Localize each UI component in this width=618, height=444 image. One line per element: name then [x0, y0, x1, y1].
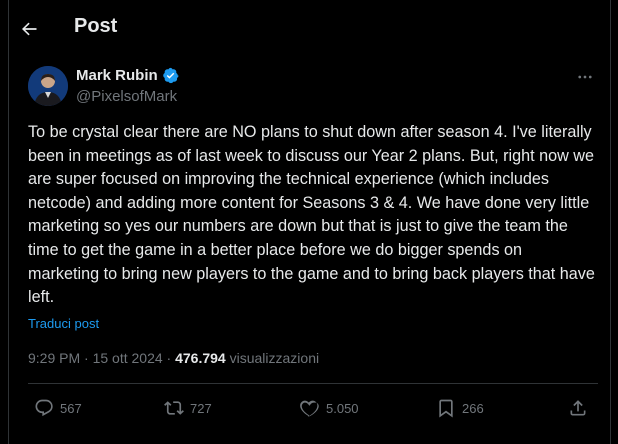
share-button[interactable] — [568, 398, 588, 418]
more-icon — [578, 75, 592, 79]
meta-separator: · — [84, 350, 89, 366]
post-text: To be crystal clear there are NO plans t… — [28, 123, 595, 307]
views-count: 476.794 — [175, 350, 226, 366]
post-date[interactable]: 15 ott 2024 — [93, 350, 163, 366]
meta-separator: · — [166, 350, 172, 366]
repost-button[interactable]: 727 — [164, 398, 212, 418]
translate-post-link[interactable]: Traduci post — [28, 316, 99, 331]
post-time[interactable]: 9:29 PM — [28, 350, 80, 366]
repost-count: 727 — [190, 400, 212, 416]
heart-icon — [300, 400, 319, 417]
author-name[interactable]: Mark Rubin — [76, 67, 179, 84]
share-icon — [570, 400, 586, 416]
bookmark-icon — [439, 399, 453, 418]
back-button[interactable] — [14, 14, 44, 44]
like-button[interactable]: 5.050 — [300, 398, 359, 418]
views-label: visualizzazioni — [229, 350, 320, 366]
bookmark-count: 266 — [462, 400, 484, 416]
reply-count: 567 — [60, 400, 82, 416]
left-border — [8, 0, 9, 444]
avatar[interactable] — [28, 66, 68, 106]
avatar-image — [28, 66, 68, 106]
reply-icon — [35, 399, 53, 417]
repost-icon — [164, 401, 184, 415]
reply-button[interactable]: 567 — [34, 398, 82, 418]
author-handle[interactable]: @PixelsofMark — [76, 88, 177, 105]
verified-badge-icon[interactable] — [162, 67, 179, 84]
author-name-text: Mark Rubin — [76, 67, 158, 84]
page-title: Post — [74, 15, 118, 37]
arrow-left-icon — [22, 22, 37, 36]
divider — [28, 383, 598, 384]
like-count: 5.050 — [326, 400, 359, 416]
right-border — [610, 0, 611, 444]
bookmark-button[interactable]: 266 — [436, 398, 484, 418]
post-meta: 9:29 PM · 15 ott 2024 · 476.794 visualiz… — [28, 350, 319, 366]
more-options-button[interactable] — [572, 64, 598, 90]
